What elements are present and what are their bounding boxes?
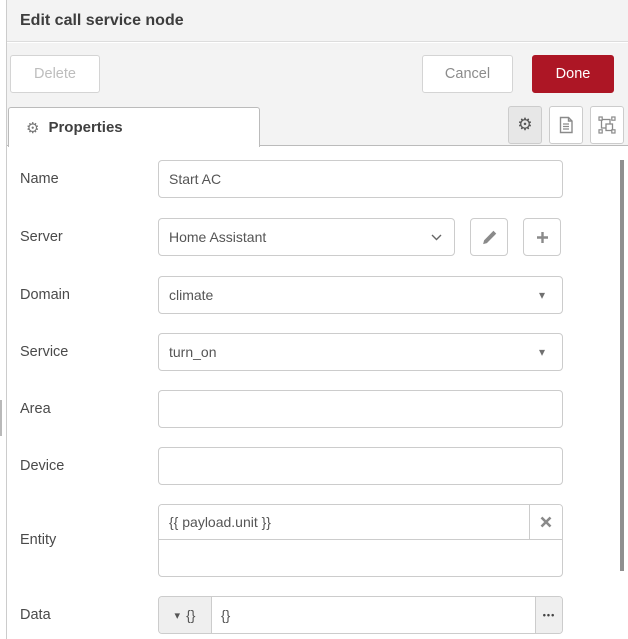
vertical-scrollbar[interactable]	[620, 160, 624, 571]
caret-down-icon: ▾	[175, 609, 181, 622]
tab-properties[interactable]: ⚙ Properties	[8, 107, 260, 147]
device-input[interactable]	[158, 447, 563, 485]
workspace-left-edge	[0, 0, 7, 639]
appearance-view-button[interactable]	[590, 106, 624, 144]
cancel-button[interactable]: Cancel	[422, 55, 513, 93]
server-label: Server	[20, 218, 150, 256]
ellipsis-icon: •••	[543, 610, 555, 620]
name-input[interactable]	[158, 160, 563, 198]
gear-icon: ⚙	[26, 119, 39, 137]
expand-editor-button[interactable]: •••	[535, 597, 562, 633]
device-label: Device	[20, 447, 150, 485]
domain-input[interactable]	[158, 276, 563, 314]
properties-view-button[interactable]: ⚙	[508, 106, 542, 144]
edit-server-button[interactable]	[470, 218, 508, 256]
data-value-text: {}	[221, 607, 230, 623]
data-label: Data	[20, 596, 150, 634]
entity-input[interactable]	[159, 505, 529, 539]
description-view-button[interactable]	[549, 106, 583, 144]
delete-button[interactable]: Delete	[10, 55, 100, 93]
workspace-scrollbar-fragment	[0, 400, 2, 436]
add-server-button[interactable]	[523, 218, 561, 256]
entity-list-item	[159, 505, 562, 540]
pencil-icon	[482, 230, 497, 245]
entity-list	[158, 504, 563, 577]
area-input[interactable]	[158, 390, 563, 428]
entity-list-empty-row[interactable]	[159, 540, 562, 576]
gear-icon: ⚙	[517, 115, 532, 135]
remove-entity-button[interactable]	[529, 505, 562, 539]
done-button[interactable]: Done	[532, 55, 614, 93]
server-select[interactable]: Home Assistant	[158, 218, 455, 256]
dialog-header: Edit call service node	[7, 0, 628, 42]
entity-label: Entity	[20, 504, 150, 577]
service-label: Service	[20, 333, 150, 371]
name-label: Name	[20, 160, 150, 198]
tab-properties-label: Properties	[48, 119, 122, 136]
data-typed-input: ▾ {} {} •••	[158, 596, 563, 634]
json-type-icon: {}	[186, 607, 195, 623]
close-icon	[540, 516, 552, 528]
edit-node-dialog: Edit call service node Delete Cancel Don…	[0, 0, 628, 639]
dialog-title: Edit call service node	[20, 0, 184, 42]
data-type-button[interactable]: ▾ {}	[159, 597, 212, 633]
service-input[interactable]	[158, 333, 563, 371]
group-selection-icon	[598, 116, 616, 134]
area-label: Area	[20, 390, 150, 428]
server-select-value: Home Assistant	[169, 229, 266, 245]
chevron-down-icon	[431, 234, 442, 241]
plus-icon	[536, 231, 549, 244]
data-value-input[interactable]: {}	[212, 597, 535, 633]
domain-label: Domain	[20, 276, 150, 314]
document-icon	[558, 116, 574, 134]
